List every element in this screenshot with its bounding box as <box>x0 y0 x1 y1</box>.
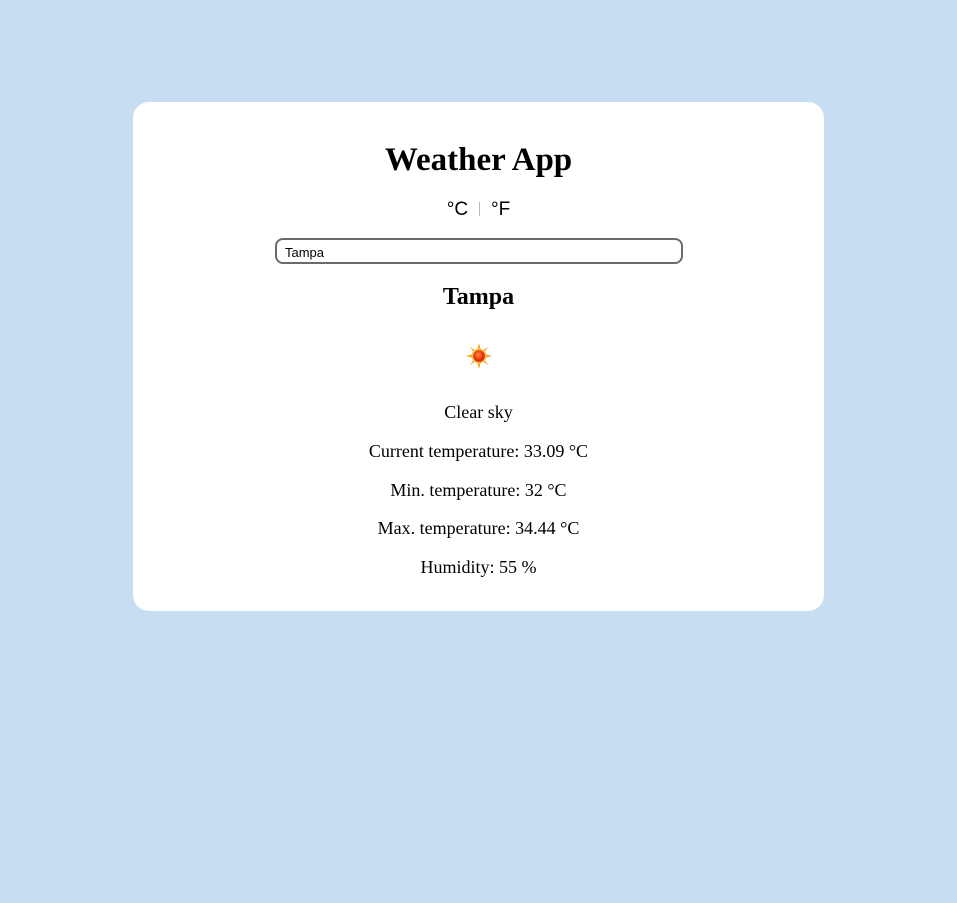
app-title: Weather App <box>384 142 573 178</box>
current-temperature: Current temperature: 33.09 °C <box>368 441 589 461</box>
humidity: Humidity: 55 % <box>420 557 537 577</box>
min-temperature: Min. temperature: 32 °C <box>390 480 567 500</box>
celsius-button[interactable]: °C <box>445 198 470 222</box>
weather-description: Clear sky <box>444 402 513 422</box>
city-name: Tampa <box>442 284 515 310</box>
unit-separator <box>479 202 481 216</box>
sun-icon <box>466 343 492 369</box>
weather-card: Weather App °C °F Tampa Clear sky Current… <box>133 102 824 611</box>
fahrenheit-button[interactable]: °F <box>489 198 512 222</box>
max-temperature: Max. temperature: 34.44 °C <box>377 518 580 538</box>
city-search-input[interactable] <box>275 238 683 264</box>
unit-toggle: °C °F <box>133 198 824 222</box>
